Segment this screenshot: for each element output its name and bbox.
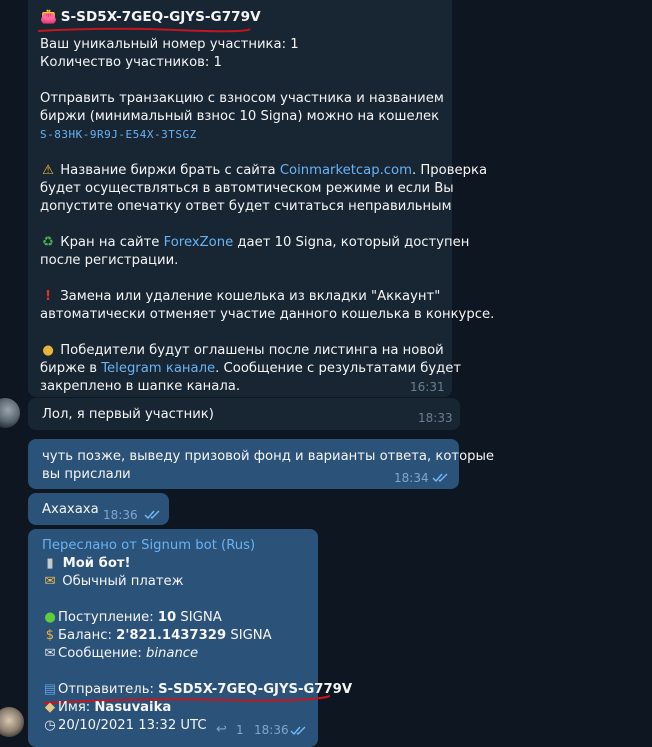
message-line: ✉ Сообщение: binance [42,645,198,663]
recycle-icon: ♻ [42,235,54,250]
bot-title: Мой бот! [62,556,131,571]
wallet-id-line: 👛 S-SD5X-7GEQ-GJYS-G779V [40,8,261,26]
outgoing-message-bubble[interactable]: чуть позже, выведу призовой фонд и вариа… [28,439,494,489]
replace-text-2: автоматически отменяет участие данного к… [40,307,495,322]
warning-icon: ⚠ [42,163,54,178]
coinmarketcap-link[interactable]: Coinmarketcap.com [280,163,412,178]
warning-line: ⚠ Название биржи брать с сайта Coinmarke… [40,162,487,180]
outgoing-message-bubble[interactable]: Ахахаха 18:36 [28,493,169,525]
forexzone-link[interactable]: ForexZone [164,235,234,250]
target-wallet[interactable]: S-83HK-9R9J-E54X-3TSGZ [40,126,197,144]
payment-type: Обычный платеж [62,574,184,589]
forwarded-message-bubble[interactable]: Переслано от Signum bot (Rus) ▮ Мой бот!… [28,529,352,747]
balance-line: $ Баланс: 2'821.1437329 SIGNA [42,627,272,645]
red-underline [37,27,251,33]
medal-icon: ● [42,343,54,358]
user-message-bubble[interactable]: Лол, я первый участник) 18:33 [28,398,460,430]
wallet-id: S-SD5X-7GEQ-GJYS-G779V [60,9,261,25]
green-circle-icon: ● [44,610,56,625]
faucet-text-2: после регистрации. [40,253,179,268]
send-tx-text-2: биржи (минимальный взнос 10 Signa) можно… [40,109,440,124]
reply-text: Ахахаха [42,502,99,517]
message-time: 18:36 [103,508,138,522]
exclamation-icon: ! [44,289,51,304]
user-message-text: Лол, я первый участник) [42,407,214,422]
income-line: ● Поступление: 10 SIGNA [42,609,222,627]
winners-text-3: закреплено в шапке канала. [40,379,241,394]
warning-text-2: будет осуществляться в автомтическом реж… [40,181,454,196]
reply-text-line1: чуть позже, выведу призовой фонд и вариа… [42,449,495,464]
bot-title-line: ▮ Мой бот! [42,555,131,573]
double-check-icon [290,726,306,736]
winners-line-2: бирже в Telegram канале. Сообщение с рез… [40,361,462,376]
name-line: ◆ Имя: Nasuvaika [42,699,171,717]
tag-icon: ◆ [44,700,56,715]
avatar[interactable] [0,707,24,737]
datetime-line: ◷ 20/10/2021 13:32 UTC [42,717,207,735]
message-time: 18:34 [394,471,429,485]
send-tx-text: Отправить транзакцию с взносом участника… [40,91,444,106]
datetime: 20/10/2021 13:32 UTC [58,718,207,733]
reply-arrow-icon[interactable]: ↩ [216,722,227,737]
clock-icon: ◷ [44,718,56,733]
purse-icon: 👛 [40,9,57,25]
replace-line: ! Замена или удаление кошелька из вкладк… [40,288,440,306]
bot-message-bubble[interactable]: 👛 S-SD5X-7GEQ-GJYS-G779V Ваш уникальный … [28,0,494,397]
message-time: 18:33 [418,411,453,425]
winners-line: ● Победители будут оглашены после листин… [40,342,444,360]
participant-number: Ваш уникальный номер участника: 1 [40,37,299,52]
money-bag-icon: $ [45,628,55,643]
double-check-icon [432,473,448,483]
avatar[interactable] [0,398,20,428]
envelope-icon: ✉ [44,646,56,661]
reply-text-line2: вы прислали [42,467,131,482]
money-wings-icon: ✉ [44,574,56,589]
replies-count[interactable]: 1 [236,723,244,737]
payment-type-line: ✉ Обычный платеж [42,573,184,591]
telegram-channel-link[interactable]: Telegram канале [101,361,215,376]
message-time: 18:36 [254,723,289,737]
warning-text-3: допустите опечатку ответ будет считаться… [40,199,452,214]
participant-count: Количество участников: 1 [40,55,222,70]
robot-icon: ▮ [46,556,54,571]
forwarded-from[interactable]: Переслано от Signum bot (Rus) [42,537,255,555]
double-check-icon [144,510,160,520]
faucet-line: ♻ Кран на сайте ForexZone дает 10 Signa,… [40,234,469,252]
message-time: 16:31 [410,380,445,394]
